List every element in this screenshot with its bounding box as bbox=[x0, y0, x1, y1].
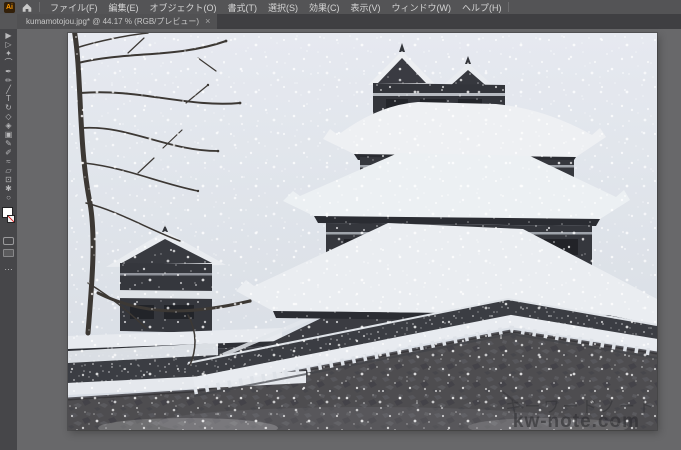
document-tab-bar: kumamotojou.jpg* @ 44.17 % (RGB/プレビュー) × bbox=[0, 14, 681, 29]
menu-separator-end bbox=[508, 2, 509, 12]
drawing-mode-button[interactable] bbox=[3, 237, 14, 245]
width-tool[interactable]: ◈ bbox=[0, 121, 17, 130]
magic-wand-tool[interactable]: ✦ bbox=[0, 49, 17, 58]
menu-bar: Ai ファイル(F) 編集(E) オブジェクト(O) 書式(T) 選択(S) 効… bbox=[0, 0, 681, 14]
curvature-tool[interactable]: ✏ bbox=[0, 76, 17, 85]
pencil-tool[interactable]: ✐ bbox=[0, 148, 17, 157]
tool-icon: ↻ bbox=[5, 103, 12, 112]
toolbar-header-block bbox=[0, 14, 17, 29]
hand-tool[interactable]: ✱ bbox=[0, 184, 17, 193]
tool-icon: ≈ bbox=[6, 157, 10, 166]
zoom-tool[interactable]: ○ bbox=[0, 193, 17, 202]
selection-tool[interactable]: ▶ bbox=[0, 31, 17, 40]
illustrator-window: Ai ファイル(F) 編集(E) オブジェクト(O) 書式(T) 選択(S) 効… bbox=[0, 0, 681, 450]
menu-effect[interactable]: 効果(C) bbox=[309, 1, 340, 14]
rotate-tool[interactable]: ↻ bbox=[0, 103, 17, 112]
tool-icon: ⊡ bbox=[5, 175, 12, 184]
fill-stroke-swatches bbox=[1, 207, 16, 233]
direct-selection-tool[interactable]: ▷ bbox=[0, 40, 17, 49]
line-segment-tool[interactable]: ╱ bbox=[0, 85, 17, 94]
tool-icon: ╱ bbox=[6, 85, 11, 94]
app-logo-icon: Ai bbox=[4, 2, 15, 13]
eraser-tool[interactable]: ▱ bbox=[0, 166, 17, 175]
tool-icon: ✦ bbox=[5, 49, 12, 58]
paintbrush-tool[interactable]: ✎ bbox=[0, 139, 17, 148]
tools-panel: ▶ ▷ ✦ ⌒ ✒ bbox=[0, 29, 17, 450]
tool-icon: ▣ bbox=[5, 130, 13, 139]
tool-icon: ▶ bbox=[5, 31, 11, 40]
tool-icon: ✏ bbox=[5, 76, 12, 85]
menu-file[interactable]: ファイル(F) bbox=[50, 1, 98, 14]
watermark-url: kw-note.com bbox=[513, 411, 640, 430]
screen-mode-button[interactable] bbox=[3, 249, 14, 257]
menu-type[interactable]: 書式(T) bbox=[228, 1, 258, 14]
menu-view[interactable]: 表示(V) bbox=[351, 1, 381, 14]
tool-icon: ✐ bbox=[5, 148, 12, 157]
none-color-slash-icon bbox=[8, 216, 14, 222]
home-icon[interactable] bbox=[21, 2, 33, 13]
menu-select[interactable]: 選択(S) bbox=[268, 1, 298, 14]
shaper-tool[interactable]: ≈ bbox=[0, 157, 17, 166]
menu-window[interactable]: ウィンドウ(W) bbox=[392, 1, 452, 14]
tool-icon: T bbox=[6, 94, 11, 103]
canvas-area[interactable]: キーワードノート kw-note.com bbox=[17, 29, 681, 450]
tool-icon: ✎ bbox=[5, 139, 12, 148]
workspace: ▶ ▷ ✦ ⌒ ✒ bbox=[0, 29, 681, 450]
menu-separator bbox=[39, 2, 40, 12]
document-tab-title: kumamotojou.jpg* @ 44.17 % (RGB/プレビュー) bbox=[26, 16, 199, 27]
scale-tool[interactable]: ◇ bbox=[0, 112, 17, 121]
tool-icon: ▷ bbox=[5, 40, 11, 49]
tool-icon: ▱ bbox=[5, 166, 11, 175]
photo-kumamoto-castle[interactable]: キーワードノート kw-note.com bbox=[68, 33, 657, 430]
pen-tool[interactable]: ✒ bbox=[0, 67, 17, 76]
shape-builder-tool[interactable]: ▣ bbox=[0, 130, 17, 139]
tool-icon: ✱ bbox=[5, 184, 12, 193]
tab-close-icon[interactable]: × bbox=[205, 17, 210, 26]
menu-object[interactable]: オブジェクト(O) bbox=[150, 1, 217, 14]
lasso-tool[interactable]: ⌒ bbox=[0, 58, 17, 67]
tool-icon: ✒ bbox=[5, 67, 12, 76]
stroke-color-swatch[interactable] bbox=[7, 215, 15, 223]
menu-items: ファイル(F) 編集(E) オブジェクト(O) 書式(T) 選択(S) 効果(C… bbox=[46, 1, 502, 14]
edit-toolbar-button[interactable]: … bbox=[4, 263, 13, 271]
menu-edit[interactable]: 編集(E) bbox=[109, 1, 139, 14]
document-tab[interactable]: kumamotojou.jpg* @ 44.17 % (RGB/プレビュー) × bbox=[17, 14, 217, 29]
menu-help[interactable]: ヘルプ(H) bbox=[462, 1, 502, 14]
tool-icon: ○ bbox=[6, 193, 11, 202]
tool-icon: ⌒ bbox=[5, 58, 13, 67]
free-transform-tool[interactable]: ⊡ bbox=[0, 175, 17, 184]
tool-icon: ◇ bbox=[5, 112, 11, 121]
tool-list: ▶ ▷ ✦ ⌒ ✒ bbox=[0, 31, 17, 202]
type-tool[interactable]: T bbox=[0, 94, 17, 103]
castle-photo-illustration bbox=[68, 33, 657, 430]
tool-icon: ◈ bbox=[5, 121, 11, 130]
